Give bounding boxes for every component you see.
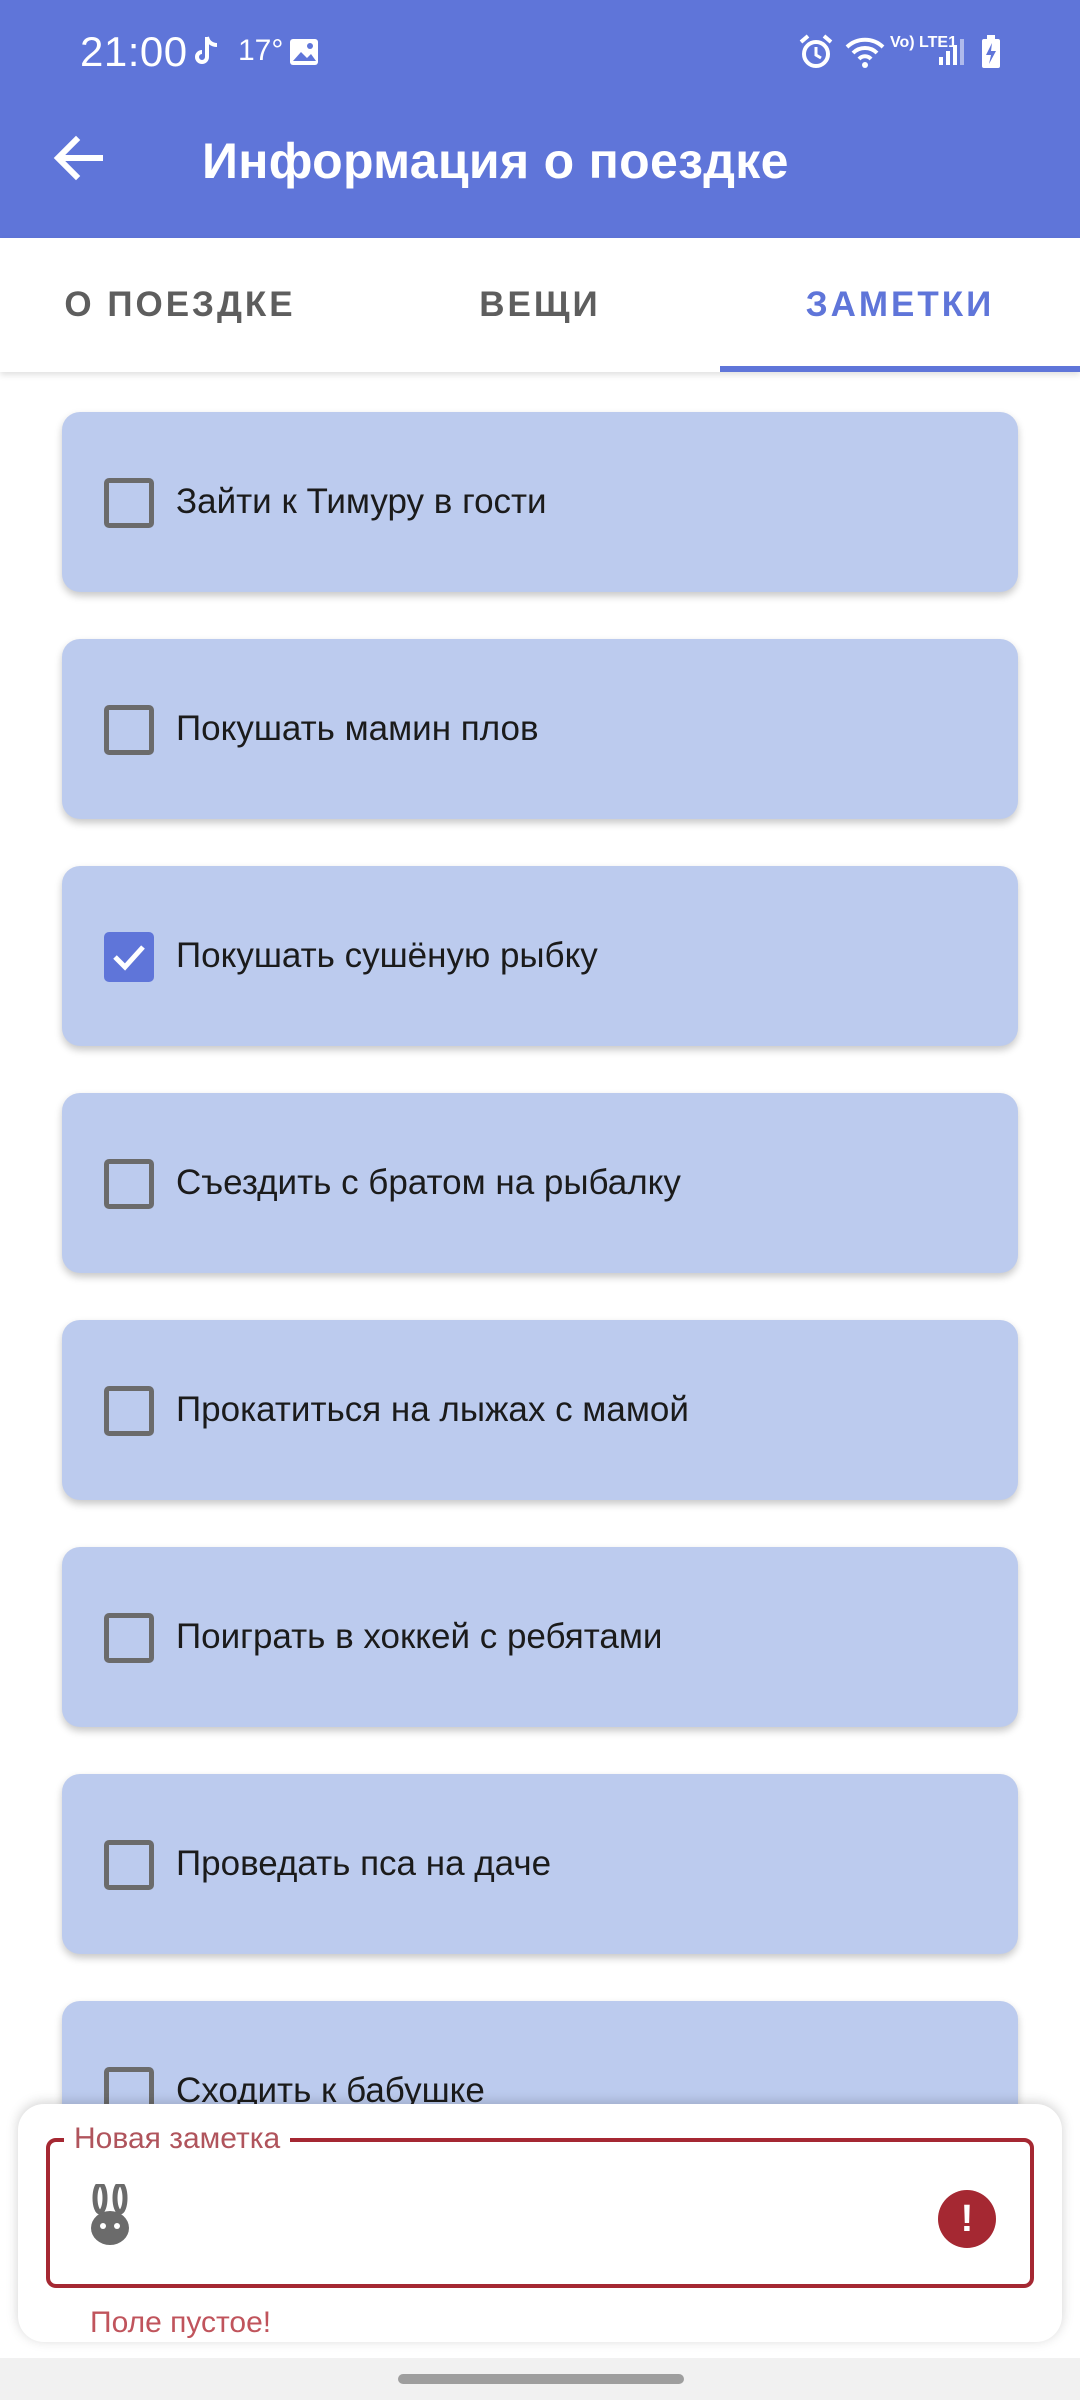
signal-icon bbox=[936, 32, 966, 72]
note-card[interactable]: Проведать пса на даче bbox=[62, 1774, 1018, 1954]
navigation-bar bbox=[0, 2358, 1080, 2400]
wifi-icon bbox=[844, 32, 886, 72]
note-checkbox[interactable] bbox=[104, 478, 154, 528]
tiktok-icon bbox=[192, 32, 222, 72]
note-card[interactable]: Съездить с братом на рыбалку bbox=[62, 1093, 1018, 1273]
tab-about-trip[interactable]: О ПОЕЗДКЕ bbox=[0, 238, 360, 372]
alarm-icon bbox=[796, 32, 836, 72]
note-text: Проведать пса на даче bbox=[176, 1844, 552, 1883]
new-note-label: Новая заметка bbox=[64, 2122, 291, 2156]
gallery-icon bbox=[286, 32, 322, 72]
note-text: Прокатиться на лыжах с мамой bbox=[176, 1390, 689, 1429]
tab-items[interactable]: ВЕЩИ bbox=[360, 238, 720, 372]
note-text: Покушать мамин плов bbox=[176, 709, 539, 748]
note-checkbox-checked[interactable] bbox=[104, 932, 154, 982]
note-text: Покушать сушёную рыбку bbox=[176, 936, 598, 975]
new-note-panel: Новая заметка ! Поле пустое! bbox=[18, 2104, 1062, 2342]
note-text: Съездить с братом на рыбалку bbox=[176, 1163, 681, 1202]
top-bar: 21:00 17° Vo) LTE1 Информация о поездке bbox=[0, 0, 1080, 238]
note-checkbox[interactable] bbox=[104, 2067, 154, 2104]
rabbit-icon bbox=[91, 2184, 129, 2245]
tab-bar: О ПОЕЗДКЕ ВЕЩИ ЗАМЕТКИ bbox=[0, 238, 1080, 372]
page-title: Информация о поездке bbox=[202, 133, 789, 189]
note-checkbox[interactable] bbox=[104, 1386, 154, 1436]
status-time: 21:00 bbox=[80, 28, 188, 75]
note-card[interactable]: Зайти к Тимуру в гости bbox=[62, 412, 1018, 592]
check-icon bbox=[113, 945, 145, 971]
note-card[interactable]: Поиграть в хоккей с ребятами bbox=[62, 1547, 1018, 1727]
tab-notes[interactable]: ЗАМЕТКИ bbox=[720, 238, 1080, 372]
note-text: Зайти к Тимуру в гости bbox=[176, 482, 547, 521]
notes-list[interactable]: Зайти к Тимуру в гости Покушать мамин пл… bbox=[0, 372, 1080, 2104]
back-button[interactable] bbox=[40, 120, 116, 196]
arrow-left-icon bbox=[53, 135, 103, 181]
note-card[interactable]: Покушать мамин плов bbox=[62, 639, 1018, 819]
note-checkbox[interactable] bbox=[104, 1159, 154, 1209]
note-card[interactable]: Прокатиться на лыжах с мамой bbox=[62, 1320, 1018, 1500]
new-note-input[interactable] bbox=[158, 2172, 918, 2258]
battery-charging-icon bbox=[978, 32, 1004, 72]
gesture-handle[interactable] bbox=[398, 2374, 684, 2384]
status-temperature: 17° bbox=[238, 34, 284, 67]
note-card[interactable]: Покушать сушёную рыбку bbox=[62, 866, 1018, 1046]
note-checkbox[interactable] bbox=[104, 1613, 154, 1663]
note-checkbox[interactable] bbox=[104, 1840, 154, 1890]
new-note-error: Поле пустое! bbox=[90, 2306, 272, 2339]
error-icon: ! bbox=[938, 2190, 996, 2248]
screen: 21:00 17° Vo) LTE1 Информация о поездке … bbox=[0, 0, 1080, 2400]
status-bar: 21:00 17° Vo) LTE1 bbox=[0, 0, 1080, 104]
note-text: Поиграть в хоккей с ребятами bbox=[176, 1617, 663, 1656]
note-checkbox[interactable] bbox=[104, 705, 154, 755]
note-text: Сходить к бабушке bbox=[176, 2071, 485, 2104]
note-card[interactable]: Сходить к бабушке bbox=[62, 2001, 1018, 2104]
